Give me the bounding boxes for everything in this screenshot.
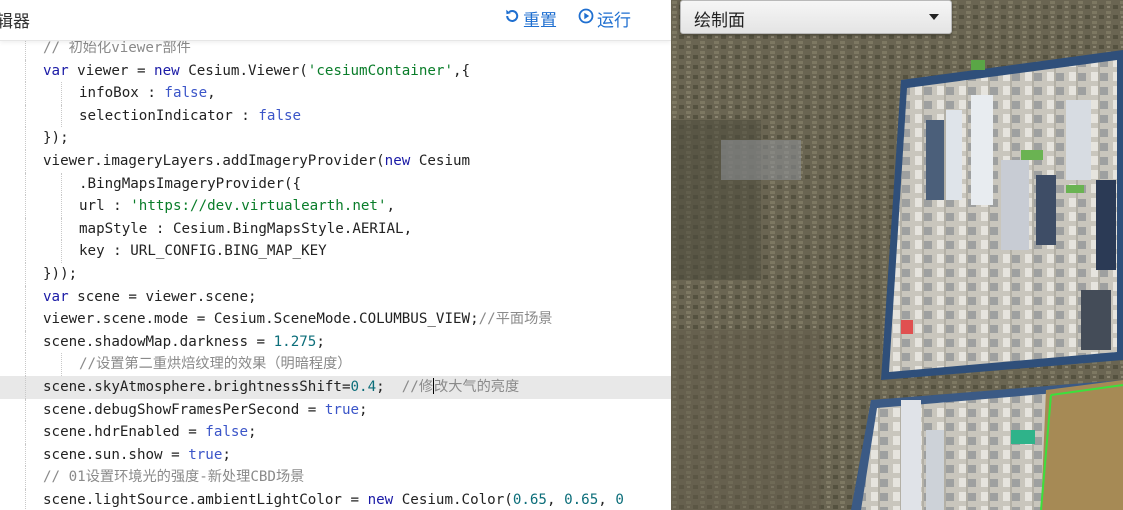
code-line[interactable]: //设置第二重烘焙纹理的效果（明暗程度） [0,353,671,376]
code-line[interactable]: key : URL_CONFIG.BING_MAP_KEY [0,240,671,263]
code-line-active[interactable]: scene.skyAtmosphere.brightnessShift=0.4;… [0,375,671,399]
run-label: 运行 [597,11,631,31]
editor-header: 辑器 重置 运行 [0,0,671,41]
reset-icon [504,8,520,29]
editor-title: 辑器 [0,12,30,32]
code-line[interactable]: scene.hdrEnabled = false; [0,421,671,444]
code-line[interactable]: // 初始化viewer部件 [0,40,671,60]
draw-mode-value: 绘制面 [694,11,745,31]
play-circle-icon [578,8,594,29]
code-line[interactable]: scene.sun.show = true; [0,443,671,467]
code-area[interactable]: // 初始化viewer部件 var viewer = new Cesium.V… [0,40,671,510]
code-line[interactable]: viewer.imageryLayers.addImageryProvider(… [0,149,671,173]
map-view[interactable] [671,0,1123,510]
code-line[interactable]: var viewer = new Cesium.Viewer('cesiumCo… [0,59,671,83]
code-line[interactable]: scene.shadowMap.darkness = 1.275; [0,330,671,354]
chevron-down-icon[interactable] [929,14,939,20]
code-line[interactable]: scene.lightSource.ambientLightColor = ne… [0,488,671,510]
code-line[interactable]: var scene = viewer.scene; [0,285,671,309]
code-line[interactable]: })); [0,262,671,286]
code-line[interactable]: infoBox : false, [0,82,671,105]
code-line[interactable]: }); [0,127,671,150]
code-editor-panel: 辑器 重置 运行 // 初始化viewer部件 var viewer = new… [0,0,671,510]
code-line[interactable]: mapStyle : Cesium.BingMapsStyle.AERIAL, [0,217,671,241]
code-line[interactable]: scene.debugShowFramesPerSecond = true; [0,398,671,422]
code-line[interactable]: selectionIndicator : false [0,104,671,128]
aerial-city-scene[interactable] [671,0,1123,510]
code-line[interactable]: url : 'https://dev.virtualearth.net', [0,195,671,218]
code-line[interactable]: // 01设置环境光的强度-新处理CBD场景 [0,466,671,489]
reset-button[interactable]: 重置 [504,6,557,31]
run-button[interactable]: 运行 [578,6,631,31]
code-line[interactable]: .BingMapsImageryProvider({ [0,172,671,196]
reset-label: 重置 [523,11,557,31]
text-cursor [433,377,435,394]
code-line[interactable]: viewer.scene.mode = Cesium.SceneMode.COL… [0,308,671,331]
draw-mode-select[interactable]: 绘制面 [680,0,952,34]
